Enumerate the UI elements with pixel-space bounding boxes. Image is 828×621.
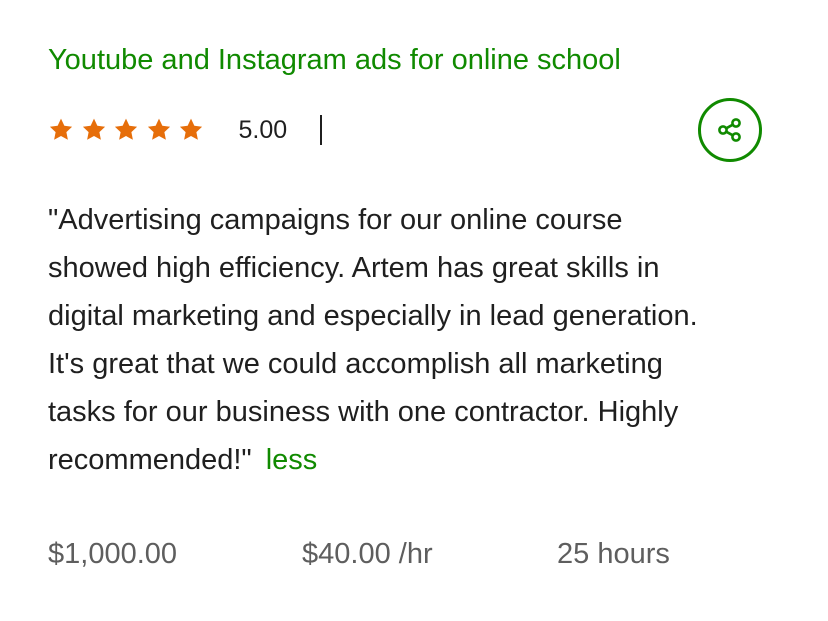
- hourly-rate: $40.00 /hr: [302, 538, 433, 570]
- star-icon: [48, 117, 74, 143]
- star-icon: [113, 117, 139, 143]
- job-title-link[interactable]: Youtube and Instagram ads for online sch…: [48, 40, 621, 80]
- hours-worked: 25 hours: [557, 538, 670, 570]
- review-line: "Advertising campaigns for our online co…: [48, 204, 623, 236]
- share-icon: [718, 118, 741, 142]
- review-line: recommended!": [48, 444, 252, 476]
- review-line: It's great that we could accomplish all …: [48, 348, 663, 380]
- review-line: tasks for our business with one contract…: [48, 396, 679, 428]
- star-icon: [81, 117, 107, 143]
- star-rating: [48, 117, 211, 143]
- star-icon: [178, 117, 204, 143]
- review-text: "Advertising campaigns for our online co…: [48, 196, 808, 484]
- work-history-card: Youtube and Instagram ads for online sch…: [0, 0, 828, 621]
- review-line: digital marketing and especially in lead…: [48, 300, 698, 332]
- rating-value: 5.00: [238, 115, 288, 144]
- review-last-line: recommended!" less: [48, 436, 808, 484]
- rating-row: 5.00: [48, 112, 323, 148]
- rating-divider: [320, 115, 323, 145]
- total-earned: $1,000.00: [48, 538, 178, 570]
- show-less-link[interactable]: less: [266, 444, 318, 476]
- star-icon: [146, 117, 172, 143]
- review-line: showed high efficiency. Artem has great …: [48, 252, 660, 284]
- share-button[interactable]: [698, 98, 762, 162]
